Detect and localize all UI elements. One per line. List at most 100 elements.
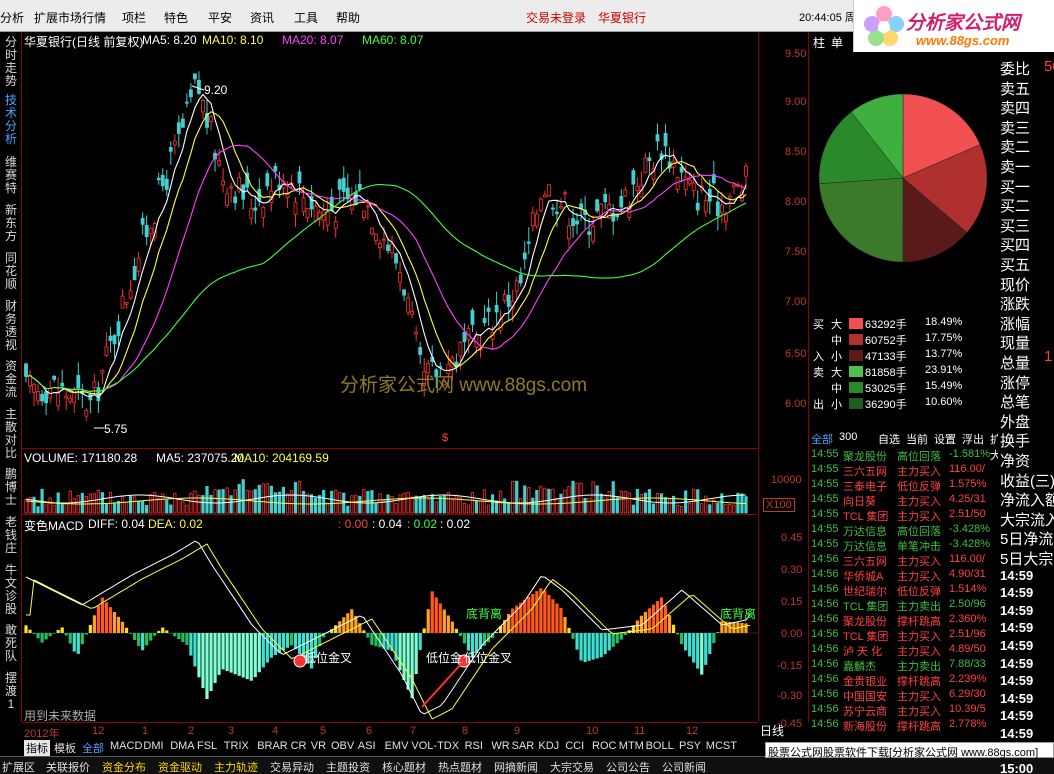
- tab-timeshare[interactable]: 分时走势: [2, 36, 20, 88]
- candle-body: [402, 289, 406, 296]
- trade-row[interactable]: 14:56 聚龙股份 撑杆跳高 2.360%: [809, 613, 999, 628]
- banner-text[interactable]: 股票公式网股票软件下载[分析家公式网 www.88gs.com]: [768, 744, 1038, 760]
- tab-brar[interactable]: BRAR: [257, 740, 288, 752]
- tab-指标[interactable]: 指标: [24, 740, 50, 756]
- candle-body: [551, 207, 555, 210]
- volume-bar: [374, 502, 378, 514]
- tab-cci[interactable]: CCI: [565, 740, 584, 752]
- ext-tab-5[interactable]: 交易异动: [270, 759, 314, 774]
- ext-tab-10[interactable]: 大宗交易: [550, 759, 594, 774]
- ext-tab-9[interactable]: 网摘新闻: [494, 759, 538, 774]
- trade-row[interactable]: 14:56 金贵银业 撑杆跳高 2.239%: [809, 673, 999, 688]
- tab-sar[interactable]: SAR: [512, 740, 535, 752]
- filter-tab[interactable]: 浮出: [962, 431, 984, 447]
- macd-chart[interactable]: [22, 515, 758, 723]
- filter-tab[interactable]: 全部: [811, 431, 833, 447]
- tab-rsi[interactable]: RSI: [465, 740, 483, 752]
- filter-tab[interactable]: 自选: [878, 431, 900, 447]
- filter-tab[interactable]: 设置: [934, 431, 956, 447]
- trade-row[interactable]: 14:55 TCL 集团 主力买入 2.51/50: [809, 508, 999, 523]
- tab-fsl[interactable]: FSL: [197, 740, 217, 752]
- filter-tab[interactable]: 300: [839, 431, 857, 443]
- tab-trix[interactable]: TRIX: [224, 740, 249, 752]
- tab-baidu[interactable]: 摆渡1: [2, 672, 20, 711]
- tab-technical[interactable]: 技术分析: [2, 94, 20, 146]
- tab-wr[interactable]: WR: [491, 740, 509, 752]
- filter-tab[interactable]: 当前: [906, 431, 928, 447]
- login-status[interactable]: 交易未登录: [526, 9, 586, 26]
- trade-row[interactable]: 14:56 新海股份 撑杆跳高 2.778%: [809, 718, 999, 733]
- trade-row[interactable]: 14:55 三六五网 主力买入 116.00/: [809, 463, 999, 478]
- trade-row[interactable]: 14:56 三六五网 主力买入 116.00/: [809, 553, 999, 568]
- trade-row[interactable]: 14:56 苏宁云商 主力买入 10.39/5: [809, 703, 999, 718]
- tab-dmi[interactable]: DMI: [143, 740, 163, 752]
- tab-gansidui[interactable]: 敢死队: [2, 624, 20, 663]
- tab-obv[interactable]: OBV: [331, 740, 354, 752]
- tab-vol-tdx[interactable]: VOL-TDX: [411, 740, 459, 752]
- ext-tab-8[interactable]: 热点题材: [438, 759, 482, 774]
- macd-panel[interactable]: 变色MACD DIFF: 0.04 DEA: 0.02 : 0.00 : 0.0…: [22, 514, 758, 723]
- tab-emv[interactable]: EMV: [385, 740, 409, 752]
- tab-macd[interactable]: MACD: [110, 740, 142, 752]
- menu-special[interactable]: 特色: [164, 9, 188, 26]
- trade-row[interactable]: 14:56 中国国安 主力买入 6.29/30: [809, 688, 999, 703]
- tab-mcst[interactable]: MCST: [706, 740, 737, 752]
- trade-row[interactable]: 14:55 万达信息 高位回落 -3.428%: [809, 523, 999, 538]
- menu-pingan[interactable]: 平安: [208, 9, 232, 26]
- trade-row[interactable]: 14:55 万达信息 单笔冲击 -3.428%: [809, 538, 999, 553]
- tab-capital-flow[interactable]: 资金流: [2, 360, 20, 399]
- tab-模板[interactable]: 模板: [54, 740, 76, 756]
- ext-tab-3[interactable]: 资金驱动: [158, 759, 202, 774]
- ext-tab-7[interactable]: 核心题材: [382, 759, 426, 774]
- trade-row[interactable]: 14:56 嘉麟杰 主力卖出 7.88/33: [809, 658, 999, 673]
- trade-row[interactable]: 14:56 TCL 集团 主力买入 2.51/96: [809, 628, 999, 643]
- tab-asi[interactable]: ASI: [358, 740, 376, 752]
- trade-row[interactable]: 14:56 TCL 集团 主力卖出 2.50/96: [809, 598, 999, 613]
- trade-row[interactable]: 14:56 泸 天 化 主力买入 4.89/50: [809, 643, 999, 658]
- tab-mtm[interactable]: MTM: [619, 740, 644, 752]
- trade-row[interactable]: 14:55 向日葵 主力买入 4.25/31: [809, 493, 999, 508]
- tab-niuwen[interactable]: 牛文诊股: [2, 564, 20, 616]
- menu-tools[interactable]: 工具: [294, 9, 318, 26]
- kline-panel[interactable]: 华夏银行(日线 前复权) MA5: 8.20 MA10: 8.10 MA20: …: [22, 32, 758, 448]
- tab-vr[interactable]: VR: [311, 740, 326, 752]
- tab-全部[interactable]: 全部: [82, 740, 104, 756]
- tab-weisaite[interactable]: 维赛特: [2, 156, 20, 195]
- ext-tab-0[interactable]: 扩展区: [2, 759, 35, 774]
- tab-cr[interactable]: CR: [291, 740, 307, 752]
- tab-finance[interactable]: 财务透视: [2, 300, 20, 352]
- menu-help[interactable]: 帮助: [336, 9, 360, 26]
- tab-roc[interactable]: ROC: [592, 740, 616, 752]
- tab-pengboshi[interactable]: 鹏博士: [2, 468, 20, 507]
- trade-row[interactable]: 14:55 三泰电子 低位反弹 1.575%: [809, 478, 999, 493]
- panel-tab-single[interactable]: 单: [831, 34, 843, 51]
- ext-tab-12[interactable]: 公司新闻: [662, 759, 706, 774]
- tab-boll[interactable]: BOLL: [646, 740, 674, 752]
- period-label[interactable]: 日线: [760, 722, 784, 739]
- menu-info[interactable]: 资讯: [250, 9, 274, 26]
- ext-tab-2[interactable]: 资金分布: [102, 759, 146, 774]
- ext-tab-11[interactable]: 公司公告: [606, 759, 650, 774]
- menu-column[interactable]: 项栏: [122, 9, 146, 26]
- download-banner[interactable]: 股票公式网股票软件下载[分析家公式网 www.88gs.com]: [765, 742, 1054, 760]
- tab-main-vs-retail[interactable]: 主散对比: [2, 408, 20, 460]
- volume-bar: [490, 494, 495, 514]
- trade-row[interactable]: 14:56 华侨城A 主力买入 4.90/31: [809, 568, 999, 583]
- trade-row[interactable]: 14:55 聚龙股份 高位回落 -1.581%: [809, 448, 999, 463]
- tab-dma[interactable]: DMA: [170, 740, 194, 752]
- tab-tonghuashun[interactable]: 同花顺: [2, 252, 20, 291]
- volume-panel[interactable]: VOLUME: 171180.28 MA5: 237075.20 MA10: 2…: [22, 448, 758, 514]
- tab-xindongfang[interactable]: 新东方: [2, 204, 20, 243]
- trade-row[interactable]: 14:56 世纪瑞尔 低位反弹 1.514%: [809, 583, 999, 598]
- tab-psy[interactable]: PSY: [679, 740, 701, 752]
- macd-bar: [209, 633, 213, 691]
- panel-tab-column[interactable]: 柱: [813, 34, 825, 51]
- tab-kdj[interactable]: KDJ: [538, 740, 559, 752]
- menu-ext-market[interactable]: 扩展市场行情: [34, 9, 106, 26]
- tab-laoqianzhuang[interactable]: 老钱庄: [2, 516, 20, 555]
- menu-analysis[interactable]: 分析: [0, 9, 24, 26]
- ext-tab-6[interactable]: 主题投资: [326, 759, 370, 774]
- ext-tab-1[interactable]: 关联报价: [46, 759, 90, 774]
- volume-chart[interactable]: [22, 449, 758, 515]
- ext-tab-4[interactable]: 主力轨迹: [214, 759, 258, 774]
